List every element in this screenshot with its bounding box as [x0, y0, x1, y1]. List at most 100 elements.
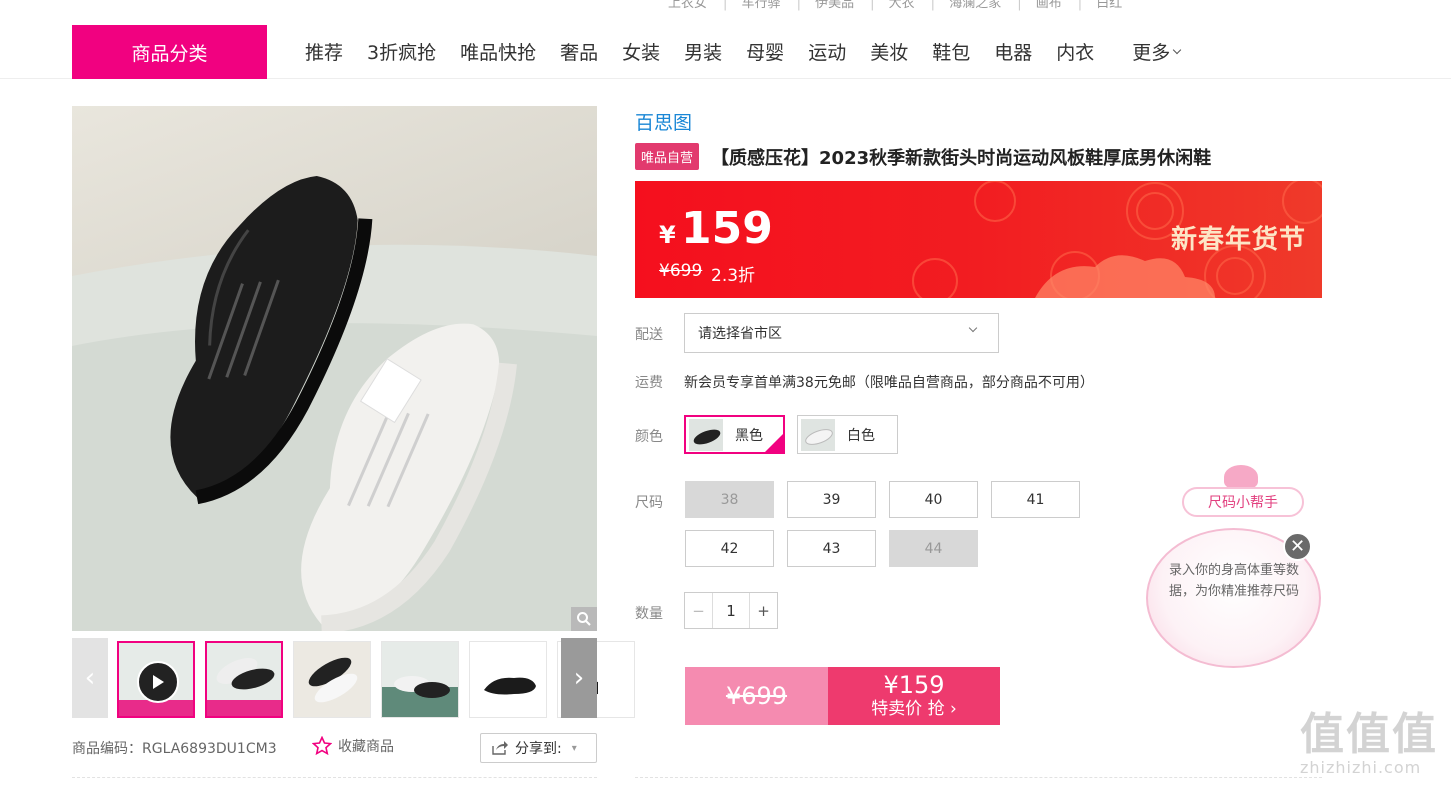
nav-item[interactable]: 女装 — [610, 38, 672, 65]
chevron-right-icon: › — [950, 699, 957, 719]
collect-label: 收藏商品 — [338, 739, 394, 755]
thumbnail[interactable] — [293, 641, 371, 718]
nav-item[interactable]: 男装 — [672, 38, 734, 65]
nav-item[interactable]: 鞋包 — [920, 38, 982, 65]
thumbnail-strip: ‹ › — [72, 638, 635, 718]
chevron-right-icon: › — [573, 663, 585, 693]
freight-label: 运费 — [635, 375, 663, 391]
color-swatch — [689, 418, 723, 451]
region-select-value: 请选择省市区 — [698, 326, 782, 342]
nav-more-label: 更多 — [1132, 42, 1171, 64]
nav-more[interactable]: 更多 — [1120, 38, 1192, 65]
nav-item[interactable]: 电器 — [982, 38, 1044, 65]
nav-item[interactable]: 母婴 — [734, 38, 796, 65]
color-option-label: 白色 — [847, 427, 875, 444]
size-option[interactable]: 39 — [787, 481, 876, 518]
festival-label: 新春年货节 — [1171, 225, 1307, 255]
size-label: 尺码 — [635, 495, 663, 511]
top-link[interactable]: 白红 — [1096, 0, 1122, 11]
top-links: 上农女 | 车行驿 | 伊美品 | 大农 | 海澜之家 | 画布 | 白红 — [668, 0, 1128, 11]
buy-original-price: ¥699 — [685, 667, 828, 725]
thumbnail-video[interactable] — [117, 641, 195, 718]
thumbnail[interactable] — [205, 641, 283, 718]
share-button[interactable]: 分享到: ▾ — [480, 733, 597, 763]
top-link[interactable]: 大农 — [889, 0, 915, 11]
top-link[interactable]: 海澜之家 — [949, 0, 1001, 11]
product-main-image[interactable] — [72, 106, 597, 631]
product-title: 【质感压花】2023秋季新款街头时尚运动风板鞋厚底男休闲鞋 — [711, 147, 1212, 169]
category-button[interactable]: 商品分类 — [72, 25, 267, 79]
thumb-next-button[interactable]: › — [561, 638, 597, 718]
size-option[interactable]: 41 — [991, 481, 1080, 518]
region-select[interactable]: 请选择省市区 — [684, 313, 999, 353]
top-link[interactable]: 画布 — [1036, 0, 1062, 11]
size-option[interactable]: 42 — [685, 530, 774, 567]
top-link[interactable]: 车行驿 — [742, 0, 781, 11]
size-option[interactable]: 40 — [889, 481, 978, 518]
top-link[interactable]: 伊美品 — [815, 0, 854, 11]
color-option-label: 黑色 — [735, 427, 763, 444]
shoe-illustration — [72, 175, 597, 631]
caret-down-icon: ▾ — [571, 742, 577, 754]
product-code: 商品编码：RGLA6893DU1CM3 — [72, 738, 277, 758]
shoe-thumb-image — [308, 657, 358, 703]
nav-item[interactable]: 3折疯抢 — [355, 38, 448, 65]
price-yen: ¥ — [659, 221, 676, 249]
product-code-label: 商品编码： — [72, 741, 142, 757]
buy-sale-price: ¥159 — [883, 671, 945, 699]
divider — [635, 777, 1322, 778]
product-code-value: RGLA6893DU1CM3 — [142, 741, 277, 757]
size-option[interactable]: 43 — [787, 530, 876, 567]
nav-item[interactable]: 唯品快抢 — [448, 38, 548, 65]
size-option: 38 — [685, 481, 774, 518]
quantity-increase-button[interactable]: + — [749, 593, 777, 628]
color-option-white[interactable]: 白色 — [797, 415, 898, 454]
quantity-decrease-button[interactable]: − — [685, 593, 713, 628]
play-icon[interactable] — [137, 661, 179, 703]
color-option-black[interactable]: 黑色 — [684, 415, 785, 454]
shoe-thumb-image — [484, 677, 536, 695]
size-helper-text: 录入你的身高体重等数据，为你精准推荐尺码 — [1168, 563, 1299, 599]
nav-item[interactable]: 内衣 — [1044, 38, 1106, 65]
brand-link[interactable]: 百思图 — [635, 108, 692, 135]
size-option: 44 — [889, 530, 978, 567]
delivery-label: 配送 — [635, 327, 663, 343]
thumb-prev-button[interactable]: ‹ — [72, 638, 108, 718]
self-operated-badge: 唯品自营 — [635, 143, 700, 170]
quantity-input[interactable]: 1 — [713, 593, 749, 628]
collect-button[interactable]: 收藏商品 — [312, 736, 394, 756]
quantity-stepper: − 1 + — [684, 592, 778, 629]
chevron-down-icon — [968, 323, 978, 333]
thumbnail[interactable] — [381, 641, 459, 718]
hot-badge-band — [207, 700, 281, 716]
watermark-url: zhizhizhi.com — [1300, 758, 1422, 777]
close-icon[interactable]: ✕ — [1283, 532, 1312, 561]
nav-item[interactable]: 奢品 — [548, 38, 610, 65]
star-icon — [312, 736, 332, 756]
thumbnail[interactable] — [469, 641, 547, 718]
top-link[interactable]: 上农女 — [668, 0, 707, 11]
discount: 2.3折 — [711, 266, 756, 286]
nav-item[interactable]: 美妆 — [858, 38, 920, 65]
color-label: 颜色 — [635, 429, 663, 445]
size-helper-tag[interactable]: 尺码小帮手 — [1182, 487, 1304, 517]
selected-check-icon — [765, 434, 783, 452]
share-icon — [492, 741, 508, 755]
shoe-thumb-image — [216, 658, 275, 690]
magnifier-icon — [577, 612, 591, 626]
nav-items: 推荐 3折疯抢 唯品快抢 奢品 女装 男装 母婴 运动 美妆 鞋包 电器 内衣 … — [293, 24, 1192, 79]
zoom-button[interactable] — [571, 607, 597, 631]
chevron-down-icon — [1173, 45, 1182, 54]
nav-item[interactable]: 推荐 — [293, 38, 355, 65]
mascot-icon — [1224, 465, 1258, 489]
shoe-thumb-image — [382, 676, 458, 717]
title-row: 唯品自营 【质感压花】2023秋季新款街头时尚运动风板鞋厚底男休闲鞋 — [635, 143, 1211, 170]
buy-button[interactable]: ¥699 ¥159 特卖价 抢 › — [685, 667, 1000, 725]
watermark-logo: 值值值 — [1300, 709, 1438, 760]
share-label: 分享到: — [515, 741, 562, 757]
original-price: ¥699 — [659, 261, 703, 281]
buy-label: 特卖价 抢 › — [871, 699, 957, 719]
chevron-left-icon: ‹ — [84, 663, 96, 693]
nav-item[interactable]: 运动 — [796, 38, 858, 65]
main-nav: 商品分类 推荐 3折疯抢 唯品快抢 奢品 女装 男装 母婴 运动 美妆 鞋包 电… — [0, 24, 1451, 79]
